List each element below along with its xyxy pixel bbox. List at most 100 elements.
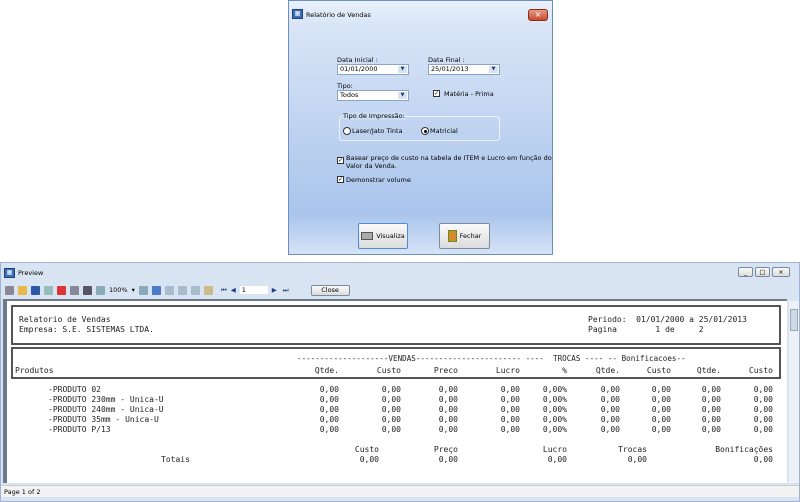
cell-value: 0,00: [754, 415, 773, 424]
cell-value: 0,00: [601, 385, 620, 394]
cell-value: 0,00%: [543, 415, 567, 424]
total-value: 0,00: [439, 455, 458, 464]
cell-value: 0,00: [501, 415, 520, 424]
demonstrar-volume-label: Demonstrar volume: [346, 176, 411, 184]
cell-value: 0,00: [702, 415, 721, 424]
one-page-icon[interactable]: [165, 286, 174, 295]
cell-value: 0,00: [320, 405, 339, 414]
cell-value: 0,00: [702, 405, 721, 414]
cell-value: 0,00: [702, 395, 721, 404]
cell-value: 0,00: [754, 395, 773, 404]
data-inicial-input[interactable]: 01/01/2000 ▼: [337, 64, 409, 75]
report-empresa: Empresa: S.E. SISTEMAS LTDA.: [19, 325, 154, 334]
chevron-down-icon[interactable]: ▼: [398, 66, 407, 73]
chevron-down-icon[interactable]: ▾: [132, 286, 135, 294]
report-periodo: Periodo: 01/01/2000 a 25/01/2013: [588, 315, 747, 324]
data-final-input[interactable]: 25/01/2013 ▼: [428, 64, 500, 75]
cell-value: 0,00: [320, 385, 339, 394]
product-name: -PRODUTO 230mm - Unica-U: [48, 395, 164, 404]
close-preview-button[interactable]: Close: [311, 285, 350, 296]
demonstrar-volume-checkbox[interactable]: ✓: [337, 176, 344, 183]
print-icon[interactable]: [5, 286, 14, 295]
cell-value: 0,00: [754, 425, 773, 434]
data-final-label: Data Final :: [428, 56, 465, 64]
data-inicial-value: 01/01/2000: [340, 65, 377, 73]
chevron-down-icon[interactable]: ▼: [398, 92, 407, 99]
cell-value: 0,00: [601, 405, 620, 414]
zoom-in-icon[interactable]: [96, 286, 105, 295]
tipo-value: Todos: [340, 91, 358, 99]
cell-value: 0,00: [382, 395, 401, 404]
report-page: Relatorio de Vendas Empresa: S.E. SISTEM…: [7, 301, 787, 483]
save-icon[interactable]: [31, 286, 40, 295]
fechar-button[interactable]: Fechar: [439, 223, 490, 249]
edit-icon[interactable]: [204, 286, 213, 295]
column-header: Preco: [434, 366, 458, 375]
window-controls: _ □ ×: [738, 267, 790, 277]
basear-checkbox[interactable]: ✓: [337, 157, 344, 164]
cell-value: 0,00: [754, 405, 773, 414]
zoom-out-icon[interactable]: [139, 286, 148, 295]
page-status: Page 1 of 2: [4, 488, 40, 496]
column-header: Custo: [749, 366, 773, 375]
column-header: Custo: [647, 366, 671, 375]
total-label: Preço: [434, 445, 458, 454]
copy-icon[interactable]: [70, 286, 79, 295]
cell-value: 0,00: [601, 425, 620, 434]
button-bar: [289, 212, 552, 254]
app-icon: ▦: [4, 268, 15, 278]
fechar-label: Fechar: [460, 232, 482, 240]
dialog-title: Relatório de Vendas: [306, 11, 371, 19]
next-page-icon[interactable]: ▶: [272, 286, 277, 294]
total-value: 0,00: [548, 455, 567, 464]
column-header: Lucro: [496, 366, 520, 375]
report-pagina: Pagina 1 de 2: [588, 325, 704, 334]
data-final-value: 25/01/2013: [431, 65, 468, 73]
pdf-icon[interactable]: [57, 286, 66, 295]
maximize-button[interactable]: □: [755, 267, 770, 277]
cell-value: 0,00: [501, 395, 520, 404]
zoom-select[interactable]: 100%: [109, 286, 128, 294]
total-label: Custo: [355, 445, 379, 454]
dialog-titlebar: ▦ Relatório de Vendas ×: [289, 1, 552, 29]
printer-icon: [361, 232, 373, 240]
prev-page-icon[interactable]: ◀: [231, 286, 236, 294]
first-page-icon[interactable]: ⏮: [221, 286, 227, 295]
matricial-radio[interactable]: [421, 127, 429, 135]
product-name: -PRODUTO P/13: [48, 425, 111, 434]
two-pages-icon[interactable]: [178, 286, 187, 295]
tipo-select[interactable]: Todos ▼: [337, 90, 409, 101]
cell-value: 0,00: [754, 385, 773, 394]
product-name: -PRODUTO 35mm - Unica-U: [48, 415, 159, 424]
preview-title: Preview: [18, 269, 43, 277]
full-page-icon[interactable]: [152, 286, 161, 295]
basear-label: Basear preço de custo na tabela de ITEM …: [346, 154, 552, 162]
minimize-button[interactable]: _: [738, 267, 753, 277]
laser-radio[interactable]: [343, 127, 351, 135]
open-icon[interactable]: [18, 286, 27, 295]
totais-label: Totais: [161, 455, 190, 464]
cell-value: 0,00%: [543, 425, 567, 434]
find-icon[interactable]: [83, 286, 92, 295]
multi-pages-icon[interactable]: [191, 286, 200, 295]
cell-value: 0,00: [702, 385, 721, 394]
exit-door-icon: [448, 230, 457, 242]
group-header-line: --------------------VENDAS--------------…: [297, 354, 686, 363]
chevron-down-icon[interactable]: ▼: [489, 66, 498, 73]
cell-value: 0,00: [652, 395, 671, 404]
cell-value: 0,00: [652, 385, 671, 394]
cell-value: 0,00: [439, 405, 458, 414]
page-input[interactable]: 1: [240, 286, 268, 294]
report-viewport: Relatorio de Vendas Empresa: S.E. SISTEM…: [3, 299, 787, 483]
close-window-button[interactable]: ×: [772, 267, 790, 277]
cell-value: 0,00: [320, 395, 339, 404]
product-name: -PRODUTO 240mm - Unica-U: [48, 405, 164, 414]
visualiza-button[interactable]: Visualiza: [358, 223, 408, 249]
close-button[interactable]: ×: [528, 9, 548, 21]
export-icon[interactable]: [44, 286, 53, 295]
toolbar: 100% ▾ ⏮ ◀ 1 ▶ ⏭ Close: [5, 284, 795, 296]
vertical-scrollbar[interactable]: [789, 301, 799, 483]
last-page-icon[interactable]: ⏭: [283, 286, 289, 295]
scrollbar-thumb[interactable]: [790, 309, 798, 331]
materia-prima-checkbox[interactable]: ✓: [433, 90, 440, 97]
